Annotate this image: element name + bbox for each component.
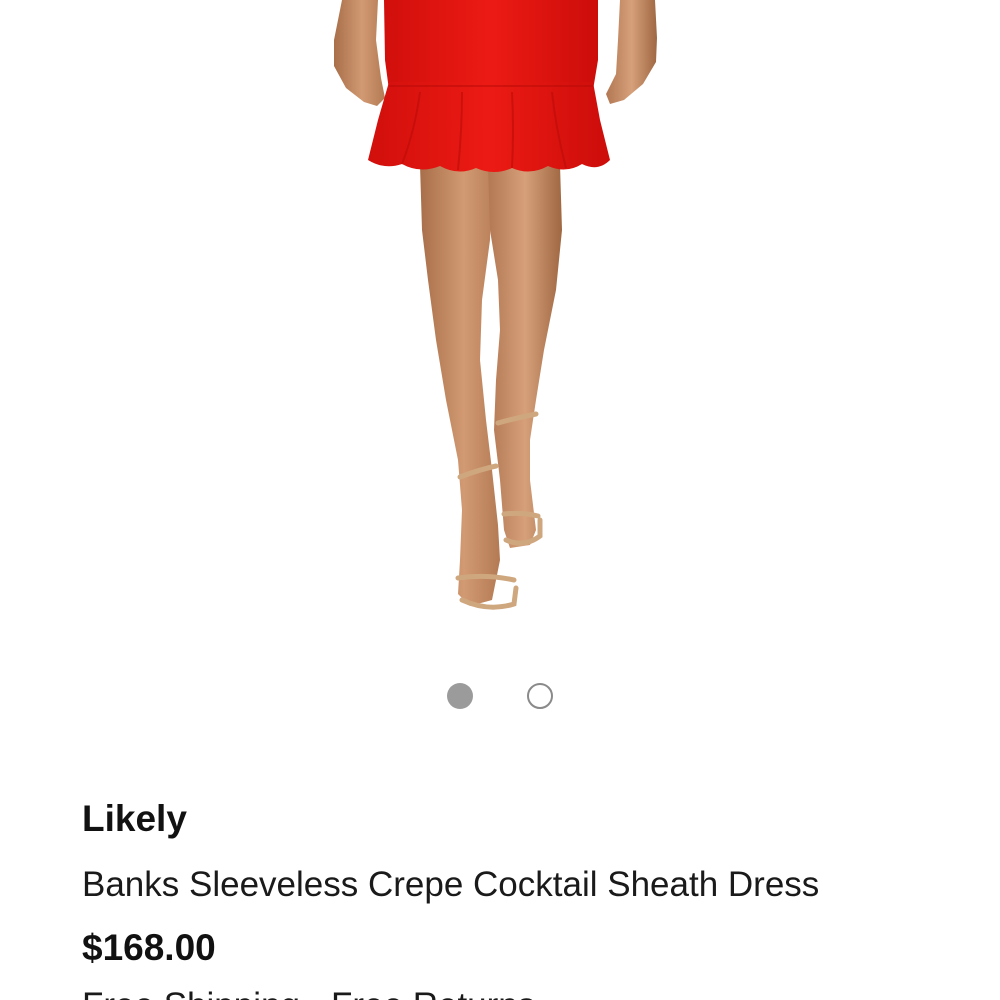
- product-price: $168.00: [82, 927, 216, 968]
- image-carousel-indicator: [0, 683, 1000, 711]
- model-right-arm: [606, 0, 657, 104]
- product-image[interactable]: [0, 0, 1000, 660]
- brand-name[interactable]: Likely: [82, 795, 982, 843]
- product-detail-page: Likely Banks Sleeveless Crepe Cocktail S…: [0, 0, 1000, 1000]
- model-right-leg: [488, 165, 562, 548]
- model-left-leg: [420, 165, 500, 606]
- model-left-arm: [334, 0, 385, 106]
- carousel-dot-1[interactable]: [447, 683, 473, 709]
- red-dress-bodice: [384, 0, 598, 90]
- carousel-dot-2[interactable]: [527, 683, 553, 709]
- shipping-note: Free Shipping · Free Returns: [82, 982, 982, 1000]
- product-info: Likely Banks Sleeveless Crepe Cocktail S…: [82, 795, 982, 1000]
- product-title: Banks Sleeveless Crepe Cocktail Sheath D…: [82, 865, 820, 904]
- product-photo: [334, 0, 657, 610]
